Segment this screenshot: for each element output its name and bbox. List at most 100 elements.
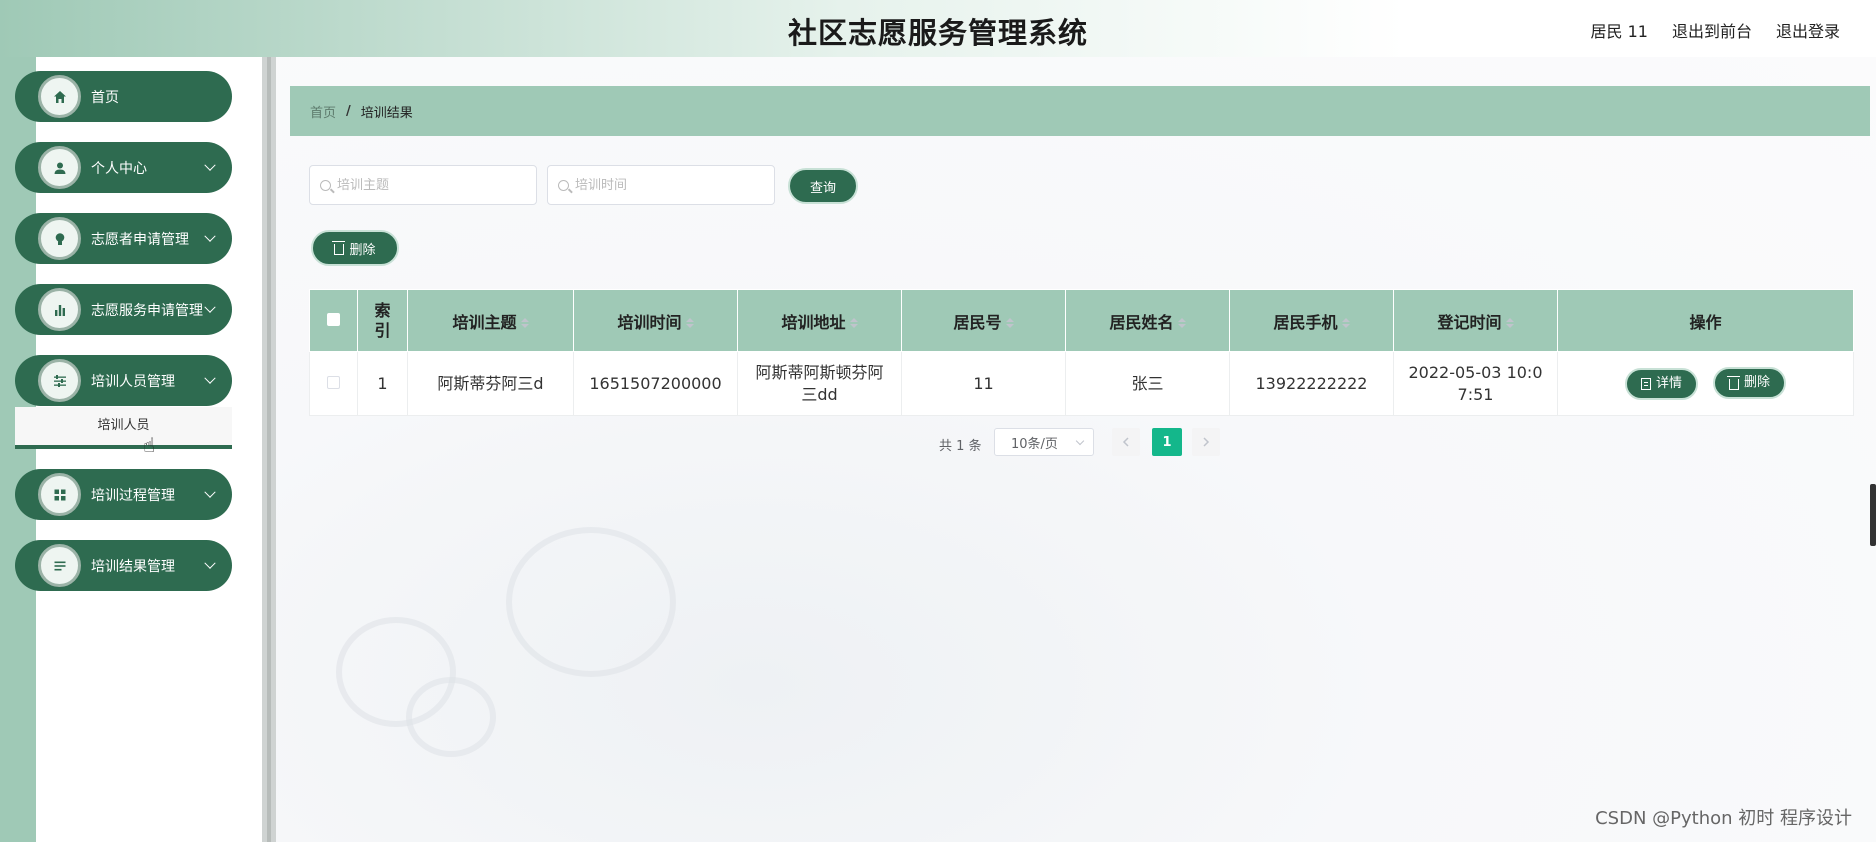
cell-actions: 详情 删除 <box>1557 351 1854 416</box>
results-table: 索引 培训主题 培训时间 培训地址 居民号 居民姓名 居民手机 登记时间 操作 … <box>309 289 1854 416</box>
sidebar-item-training-process[interactable]: 培训过程管理 <box>15 469 232 520</box>
sidebar-item-personal-center[interactable]: 个人中心 <box>15 142 232 193</box>
chevron-down-icon <box>204 557 216 569</box>
user-icon <box>38 146 81 189</box>
sidebar-item-volunteer-application[interactable]: 志愿者申请管理 <box>15 213 232 264</box>
sidebar-item-label: 培训过程管理 <box>91 487 175 504</box>
col-actions: 操作 <box>1557 289 1854 352</box>
sort-icon[interactable] <box>849 318 858 328</box>
sidebar-item-trainee-management[interactable]: 培训人员管理 <box>15 355 232 406</box>
row-checkbox[interactable] <box>327 375 340 389</box>
select-all-checkbox[interactable] <box>327 313 340 326</box>
cell-name: 张三 <box>1065 351 1230 416</box>
select-all-cell <box>309 289 358 352</box>
breadcrumb-home-link[interactable]: 首页 <box>310 102 336 121</box>
col-topic-label: 培训主题 <box>452 312 517 332</box>
cell-phone: 13922222222 <box>1229 351 1394 416</box>
sidebar-item-label: 培训人员管理 <box>91 373 175 390</box>
table-row: 1 阿斯蒂芬阿三d 1651507200000 阿斯蒂阿斯顿芬阿三dd 11 张… <box>309 351 1854 416</box>
sidebar-item-label: 志愿服务申请管理 <box>91 302 203 319</box>
col-name[interactable]: 居民姓名 <box>1065 289 1230 352</box>
bulb-icon <box>38 217 81 260</box>
cell-register-time: 2022-05-03 10:07:51 <box>1393 351 1558 416</box>
sidebar-item-label: 志愿者申请管理 <box>91 231 189 248</box>
sidebar-item-label: 首页 <box>91 89 119 106</box>
cell-register-time-text: 2022-05-03 10:07:51 <box>1408 362 1543 404</box>
row-select-cell <box>309 351 358 416</box>
top-header: 社区志愿服务管理系统 居民 11 退出到前台 退出登录 <box>0 0 1876 57</box>
pagination-total: 共 1 条 <box>939 439 982 454</box>
col-address[interactable]: 培训地址 <box>737 289 902 352</box>
hand-cursor-icon: ☝ <box>143 433 156 457</box>
detail-button[interactable]: 详情 <box>1624 367 1698 400</box>
chevron-down-icon <box>204 159 216 171</box>
col-name-label: 居民姓名 <box>1109 312 1174 332</box>
sidebar-scrollbar[interactable] <box>262 57 276 842</box>
sort-icon[interactable] <box>1177 318 1186 328</box>
breadcrumb: 首页 / 培训结果 <box>290 86 1870 136</box>
sidebar-item-service-application[interactable]: 志愿服务申请管理 <box>15 284 232 335</box>
sidebar-item-label: 个人中心 <box>91 160 147 177</box>
sidebar-subitem-trainees[interactable]: 培训人员 <box>15 407 232 449</box>
sidebar-item-training-result[interactable]: 培训结果管理 <box>15 540 232 591</box>
col-topic[interactable]: 培训主题 <box>407 289 574 352</box>
bar-chart-icon <box>38 288 81 331</box>
page-number-current[interactable]: 1 <box>1152 428 1182 456</box>
sidebar-item-home[interactable]: 首页 <box>15 71 232 122</box>
current-user: 居民 11 <box>1590 22 1648 41</box>
cell-time: 1651507200000 <box>573 351 738 416</box>
col-address-label: 培训地址 <box>781 312 846 332</box>
topic-search-input[interactable] <box>337 177 497 193</box>
cell-address: 阿斯蒂阿斯顿芬阿三dd <box>737 351 902 416</box>
watermark: CSDN @Python 初时 程序设计 <box>1595 808 1852 829</box>
sort-icon[interactable] <box>1341 318 1350 328</box>
col-phone-label: 居民手机 <box>1273 312 1338 332</box>
header-actions: 居民 11 退出到前台 退出登录 <box>1591 18 1840 42</box>
sort-icon[interactable] <box>520 318 529 328</box>
chevron-left-icon <box>1122 437 1129 447</box>
chevron-down-icon <box>204 230 216 242</box>
col-time[interactable]: 培训时间 <box>573 289 738 352</box>
sort-icon[interactable] <box>1005 318 1014 328</box>
home-icon <box>38 75 81 118</box>
main-content: 首页 / 培训结果 查询 删除 索引 培训主题 培训时间 培训地址 居民号 居民… <box>276 57 1876 842</box>
topic-search-field[interactable] <box>309 165 537 205</box>
prev-page-button[interactable] <box>1112 428 1140 456</box>
col-register-time[interactable]: 登记时间 <box>1393 289 1558 352</box>
chevron-right-icon <box>1203 437 1210 447</box>
col-resident-no[interactable]: 居民号 <box>901 289 1066 352</box>
chevron-down-icon <box>204 486 216 498</box>
page-size-select[interactable]: 10条/页 <box>994 428 1094 456</box>
breadcrumb-current: 培训结果 <box>360 105 413 121</box>
next-page-button[interactable] <box>1192 428 1220 456</box>
logout-link[interactable]: 退出登录 <box>1776 18 1840 42</box>
trash-icon <box>332 240 346 255</box>
chevron-down-icon <box>1075 436 1085 446</box>
chevron-down-icon <box>204 372 216 384</box>
col-index-label: 索引 <box>374 300 391 340</box>
cell-topic: 阿斯蒂芬阿三d <box>407 351 574 416</box>
page-scrollbar-thumb[interactable] <box>1870 484 1876 546</box>
batch-delete-button[interactable]: 删除 <box>311 230 399 266</box>
time-search-field[interactable] <box>547 165 775 205</box>
col-phone[interactable]: 居民手机 <box>1229 289 1394 352</box>
time-search-input[interactable] <box>575 177 735 193</box>
sort-icon[interactable] <box>1505 318 1514 328</box>
sort-icon[interactable] <box>685 318 694 328</box>
col-resident-no-label: 居民号 <box>953 312 1002 332</box>
col-index: 索引 <box>357 289 408 352</box>
background-decoration <box>406 677 496 757</box>
trash-icon <box>1727 375 1741 390</box>
col-register-time-label: 登记时间 <box>1437 312 1502 332</box>
search-icon <box>558 179 569 191</box>
list-icon <box>38 544 81 587</box>
col-time-label: 培训时间 <box>617 312 682 332</box>
query-button[interactable]: 查询 <box>788 168 858 204</box>
back-to-front-link[interactable]: 退出到前台 <box>1672 18 1752 42</box>
col-actions-label: 操作 <box>1689 312 1722 332</box>
page-size-value: 10条/页 <box>1011 436 1058 452</box>
background-decoration <box>506 527 676 677</box>
row-delete-button[interactable]: 删除 <box>1713 367 1787 400</box>
chevron-down-icon <box>204 301 216 313</box>
cell-resident-no: 11 <box>901 351 1066 416</box>
